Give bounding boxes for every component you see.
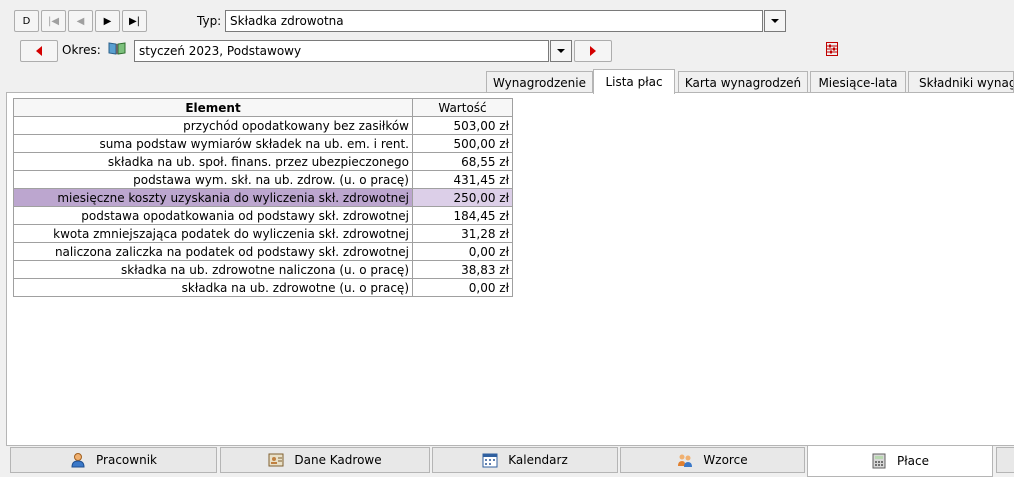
bottom-tab-bar: Pracownik Dane Kadrowe Kalendarz Wzorce … bbox=[0, 446, 1014, 477]
id-card-icon bbox=[268, 452, 284, 468]
nav-prev-button[interactable]: ◀ bbox=[68, 10, 93, 32]
cell-value[interactable]: 31,28 zł bbox=[412, 224, 513, 243]
bottom-tab-kalendarz[interactable]: Kalendarz bbox=[432, 447, 618, 473]
chevron-down-icon bbox=[771, 19, 779, 23]
okres-field[interactable]: styczeń 2023, Podstawowy bbox=[134, 40, 549, 62]
arrow-right-icon bbox=[590, 46, 596, 56]
chevron-down-icon bbox=[557, 49, 565, 53]
cell-value[interactable]: 38,83 zł bbox=[412, 260, 513, 279]
bottom-tab-wzorce[interactable]: Wzorce bbox=[620, 447, 805, 473]
people-icon bbox=[677, 452, 693, 468]
elements-table: Element Wartość przychód opodatkowany be… bbox=[13, 98, 513, 297]
tab-wynagrodzenie[interactable]: Wynagrodzenie bbox=[486, 71, 593, 93]
bottom-tab-label: Dane Kadrowe bbox=[294, 453, 382, 467]
cell-element[interactable]: miesięczne koszty uzyskania do wyliczeni… bbox=[13, 188, 413, 207]
cell-value[interactable]: 431,45 zł bbox=[412, 170, 513, 189]
typ-dropdown-button[interactable] bbox=[764, 10, 786, 32]
cell-value[interactable]: 500,00 zł bbox=[412, 134, 513, 153]
cell-element[interactable]: składka na ub. zdrowotne naliczona (u. o… bbox=[13, 260, 413, 279]
table-row[interactable]: składka na ub. społ. finans. przez ubezp… bbox=[13, 152, 513, 171]
person-icon bbox=[70, 452, 86, 468]
bottom-tab-label: Kalendarz bbox=[508, 453, 568, 467]
calendar-icon bbox=[482, 452, 498, 468]
cell-element[interactable]: podstawa opodatkowania od podstawy skł. … bbox=[13, 206, 413, 225]
table-row[interactable]: kwota zmniejszająca podatek do wyliczeni… bbox=[13, 224, 513, 243]
tab-label: Wynagrodzenie bbox=[493, 75, 586, 90]
table-row[interactable]: naliczona zaliczka na podatek od podstaw… bbox=[13, 242, 513, 261]
nav-next-button[interactable]: ▶ bbox=[95, 10, 120, 32]
typ-label: Typ: bbox=[197, 14, 222, 28]
table-row[interactable]: składka na ub. zdrowotne (u. o pracę) 0,0… bbox=[13, 278, 513, 297]
okres-dropdown-button[interactable] bbox=[550, 40, 572, 62]
cell-element[interactable]: składka na ub. społ. finans. przez ubezp… bbox=[13, 152, 413, 171]
bottom-tab-label: Wzorce bbox=[703, 453, 748, 467]
bottom-tab-place[interactable]: Płace bbox=[807, 446, 993, 477]
tab-karta-wynagrodzen[interactable]: Karta wynagrodzeń bbox=[678, 71, 808, 93]
calculator-icon bbox=[871, 453, 887, 469]
cell-element[interactable]: naliczona zaliczka na podatek od podstaw… bbox=[13, 242, 413, 261]
cell-value[interactable]: 250,00 zł bbox=[412, 188, 513, 207]
table-row[interactable]: składka na ub. zdrowotne naliczona (u. o… bbox=[13, 260, 513, 279]
cell-value[interactable]: 503,00 zł bbox=[412, 116, 513, 135]
bottom-tab-label: Pracownik bbox=[96, 453, 157, 467]
cell-value[interactable]: 68,55 zł bbox=[412, 152, 513, 171]
bottom-tab-pracownik[interactable]: Pracownik bbox=[10, 447, 217, 473]
nav-first-button[interactable]: D bbox=[14, 10, 39, 32]
cell-element[interactable]: suma podstaw wymiarów składek na ub. em.… bbox=[13, 134, 413, 153]
table-row[interactable]: podstawa opodatkowania od podstawy skł. … bbox=[13, 206, 513, 225]
cell-element[interactable]: składka na ub. zdrowotne (u. o pracę) bbox=[13, 278, 413, 297]
nav-prev-glyph: ◀ bbox=[76, 15, 85, 27]
okres-prev-button[interactable] bbox=[20, 40, 58, 62]
typ-field[interactable]: Składka zdrowotna bbox=[225, 10, 763, 32]
nav-next-glyph: ▶ bbox=[103, 15, 112, 27]
nav-prev-first-glyph: |◀ bbox=[47, 15, 60, 27]
bottom-tab-overflow[interactable] bbox=[996, 447, 1014, 473]
cell-value[interactable]: 0,00 zł bbox=[412, 278, 513, 297]
cell-element[interactable]: podstawa wym. skł. na ub. zdrow. (u. o p… bbox=[13, 170, 413, 189]
cell-element[interactable]: kwota zmniejszająca podatek do wyliczeni… bbox=[13, 224, 413, 243]
abacus-icon[interactable] bbox=[826, 42, 838, 56]
cell-value[interactable]: 0,00 zł bbox=[412, 242, 513, 261]
tab-miesiace-lata[interactable]: Miesiące-lata bbox=[810, 71, 906, 93]
nav-prev-first-button[interactable]: |◀ bbox=[41, 10, 66, 32]
column-header-value[interactable]: Wartość bbox=[412, 98, 513, 117]
tab-lista-plac[interactable]: Lista płac bbox=[593, 69, 675, 94]
bottom-tab-dane-kadrowe[interactable]: Dane Kadrowe bbox=[220, 447, 430, 473]
arrow-left-icon bbox=[36, 46, 42, 56]
tab-label: Miesiące-lata bbox=[818, 75, 898, 90]
tab-label: Karta wynagrodzeń bbox=[684, 75, 802, 90]
table-row[interactable]: podstawa wym. skł. na ub. zdrow. (u. o p… bbox=[13, 170, 513, 189]
cell-element[interactable]: przychód opodatkowany bez zasiłków bbox=[13, 116, 413, 135]
book-icon[interactable] bbox=[108, 40, 126, 56]
okres-label: Okres: bbox=[62, 43, 101, 57]
cell-value[interactable]: 184,45 zł bbox=[412, 206, 513, 225]
table-row[interactable]: miesięczne koszty uzyskania do wyliczeni… bbox=[13, 188, 513, 207]
nav-last-button[interactable]: ▶| bbox=[122, 10, 147, 32]
table-row[interactable]: suma podstaw wymiarów składek na ub. em.… bbox=[13, 134, 513, 153]
tab-label: Lista płac bbox=[605, 75, 663, 89]
column-header-element[interactable]: Element bbox=[13, 98, 413, 117]
bottom-tab-label: Płace bbox=[897, 454, 929, 468]
nav-last-glyph: ▶| bbox=[128, 15, 141, 27]
main-panel: Element Wartość przychód opodatkowany be… bbox=[6, 92, 1014, 446]
okres-next-button[interactable] bbox=[574, 40, 612, 62]
table-row[interactable]: przychód opodatkowany bez zasiłków 503,00… bbox=[13, 116, 513, 135]
tab-label: Składniki wynagrodzeń bbox=[919, 75, 1014, 90]
nav-first-glyph: D bbox=[22, 15, 31, 27]
tab-skladniki-wynagrodzen[interactable]: Składniki wynagrodzeń bbox=[908, 71, 1014, 93]
